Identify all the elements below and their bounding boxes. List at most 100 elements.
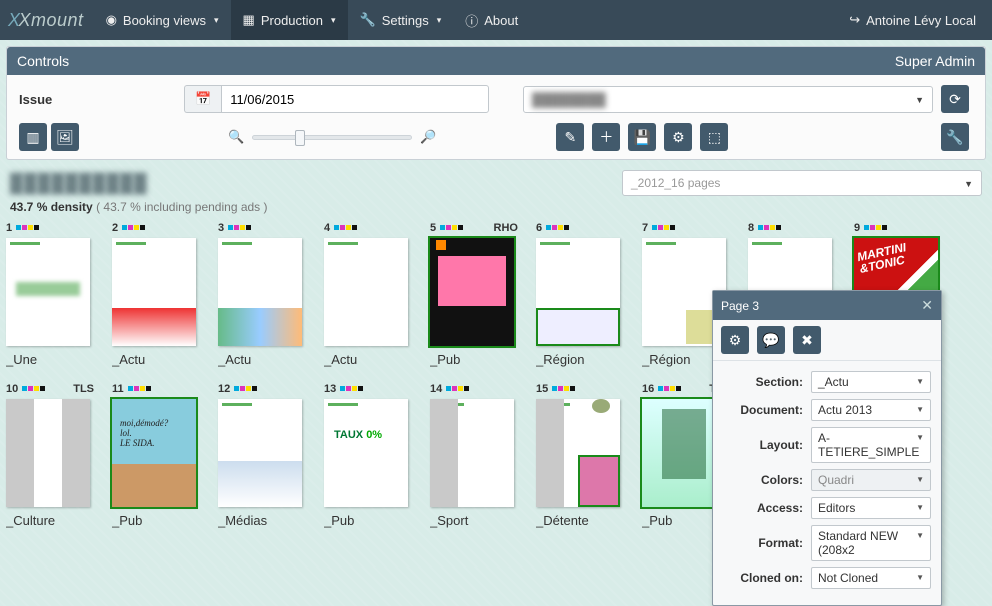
page-card[interactable]: 4_Actu xyxy=(324,220,412,367)
page-thumbnail[interactable] xyxy=(112,238,196,346)
page-card[interactable]: 2 _Actu xyxy=(112,220,200,367)
eye-icon: ◉ xyxy=(106,12,117,28)
page-card[interactable]: 1_Une xyxy=(6,220,94,367)
popup-settings-button[interactable]: ⚙ xyxy=(721,326,749,354)
page-section-label: _Détente xyxy=(536,513,624,528)
cmyk-icon xyxy=(340,386,363,391)
cmyk-icon xyxy=(440,225,463,230)
page-thumbnail[interactable] xyxy=(6,399,90,507)
issue-date-input[interactable] xyxy=(221,85,489,113)
view-thumb-button[interactable]: 🖼 xyxy=(51,123,79,151)
region-value-blurred: ████████ xyxy=(532,92,606,107)
refresh-button[interactable]: ⟳ xyxy=(941,85,969,113)
nav-user[interactable]: ↪ Antoine Lévy Local xyxy=(841,12,984,28)
page-section-label: _Actu xyxy=(112,352,200,367)
controls-panel: Controls Super Admin Issue 📅 ████████ ⟳ … xyxy=(6,46,986,160)
page-section-label: _Actu xyxy=(218,352,306,367)
page-card[interactable]: 15 _Détente xyxy=(536,381,624,528)
view-list-button[interactable]: ▥ xyxy=(19,123,47,151)
nav-about[interactable]: ⓘ About xyxy=(453,0,530,40)
page-thumbnail[interactable] xyxy=(218,238,302,346)
page-number: 11 xyxy=(112,383,124,395)
page-card[interactable]: 5RHO_Pub xyxy=(430,220,518,367)
page-number: 9 xyxy=(854,222,860,234)
page-thumbnail[interactable]: moi,démodé?lol.LE SIDA. xyxy=(112,399,196,507)
page-card[interactable]: 11 moi,démodé?lol.LE SIDA. _Pub xyxy=(112,381,200,528)
page-card[interactable]: 10TLS_Culture xyxy=(6,381,94,528)
popup-delete-button[interactable]: ✖ xyxy=(793,326,821,354)
add-button[interactable]: ＋ xyxy=(592,123,620,151)
wrench-icon: 🔧 xyxy=(360,12,376,28)
access-label: Access: xyxy=(723,501,803,515)
page-number: 8 xyxy=(748,222,754,234)
cloned-label: Cloned on: xyxy=(723,571,803,585)
section-select[interactable]: _Actu xyxy=(811,371,931,393)
cmyk-icon xyxy=(652,225,675,230)
page-thumbnail[interactable] xyxy=(536,238,620,346)
cmyk-icon xyxy=(22,386,45,391)
region-select[interactable]: ████████ xyxy=(523,86,933,113)
page-card[interactable]: 14_Sport xyxy=(430,381,518,528)
page-number: 15 xyxy=(536,383,548,395)
colors-readonly: Quadri xyxy=(811,469,931,491)
page-card[interactable]: 3 _Actu xyxy=(218,220,306,367)
zoom-in-icon[interactable]: 🔎 xyxy=(420,129,436,145)
page-section-label: _Pub xyxy=(324,513,412,528)
cmyk-icon xyxy=(864,225,887,230)
grid-icon: ▦ xyxy=(243,12,255,28)
publication-title-blurred: ██████████ xyxy=(10,173,148,194)
page-section-label: _Une xyxy=(6,352,94,367)
page-section-label: _Pub xyxy=(430,352,518,367)
access-select[interactable]: Editors xyxy=(811,497,931,519)
zoom-slider[interactable] xyxy=(252,135,412,140)
page-tag: TLS xyxy=(73,383,94,395)
zoom-out-icon[interactable]: 🔍 xyxy=(228,129,244,145)
page-card[interactable]: 12_Médias xyxy=(218,381,306,528)
cmyk-icon xyxy=(552,386,575,391)
save-button[interactable]: 💾 xyxy=(628,123,656,151)
page-section-label: _Sport xyxy=(430,513,518,528)
page-thumbnail[interactable] xyxy=(536,399,620,507)
page-card[interactable]: 13 TAUX 0% _Pub xyxy=(324,381,412,528)
settings-button[interactable]: ⚙ xyxy=(664,123,692,151)
cmyk-icon xyxy=(546,225,569,230)
calendar-icon[interactable]: 📅 xyxy=(184,85,221,113)
nav-booking-views[interactable]: ◉ Booking views▾ xyxy=(94,0,231,40)
nav-production[interactable]: ▦ Production▾ xyxy=(231,0,348,40)
layout-select[interactable]: A-TETIERE_SIMPLE xyxy=(811,427,931,463)
page-thumbnail[interactable] xyxy=(218,399,302,507)
cmyk-icon xyxy=(128,386,151,391)
page-thumbnail[interactable] xyxy=(430,238,514,346)
brand-logo: XXmount xyxy=(8,10,84,31)
page-thumbnail[interactable] xyxy=(430,399,514,507)
document-select[interactable]: Actu 2013 xyxy=(811,399,931,421)
cmyk-icon xyxy=(758,225,781,230)
info-icon: ⓘ xyxy=(465,11,478,30)
layout-template-select[interactable]: _2012_16 pages xyxy=(622,170,982,196)
page-number: 12 xyxy=(218,383,230,395)
density-readout: 43.7 % density ( 43.7 % including pendin… xyxy=(10,200,982,214)
colors-label: Colors: xyxy=(723,473,803,487)
popup-title: Page 3 xyxy=(721,299,759,313)
edit-button[interactable]: ✎ xyxy=(556,123,584,151)
page-number: 16 xyxy=(642,383,654,395)
page-number: 13 xyxy=(324,383,336,395)
page-number: 2 xyxy=(112,222,118,234)
tools-button[interactable]: 🔧 xyxy=(941,123,969,151)
controls-title: Controls xyxy=(17,53,69,69)
format-select[interactable]: Standard NEW (208x2 xyxy=(811,525,931,561)
page-card[interactable]: 6_Région xyxy=(536,220,624,367)
popup-comment-button[interactable]: 💬 xyxy=(757,326,785,354)
close-icon[interactable]: ✕ xyxy=(921,297,933,314)
cmyk-icon xyxy=(234,386,257,391)
page-thumbnail[interactable] xyxy=(324,238,408,346)
page-number: 7 xyxy=(642,222,648,234)
page-thumbnail[interactable] xyxy=(6,238,90,346)
page-number: 3 xyxy=(218,222,224,234)
format-label: Format: xyxy=(723,536,803,550)
page-thumbnail[interactable]: TAUX 0% xyxy=(324,399,408,507)
puzzle-button[interactable]: ⬚ xyxy=(700,123,728,151)
nav-settings[interactable]: 🔧 Settings▾ xyxy=(348,0,454,40)
page-section-label: _Pub xyxy=(112,513,200,528)
cloned-select[interactable]: Not Cloned xyxy=(811,567,931,589)
